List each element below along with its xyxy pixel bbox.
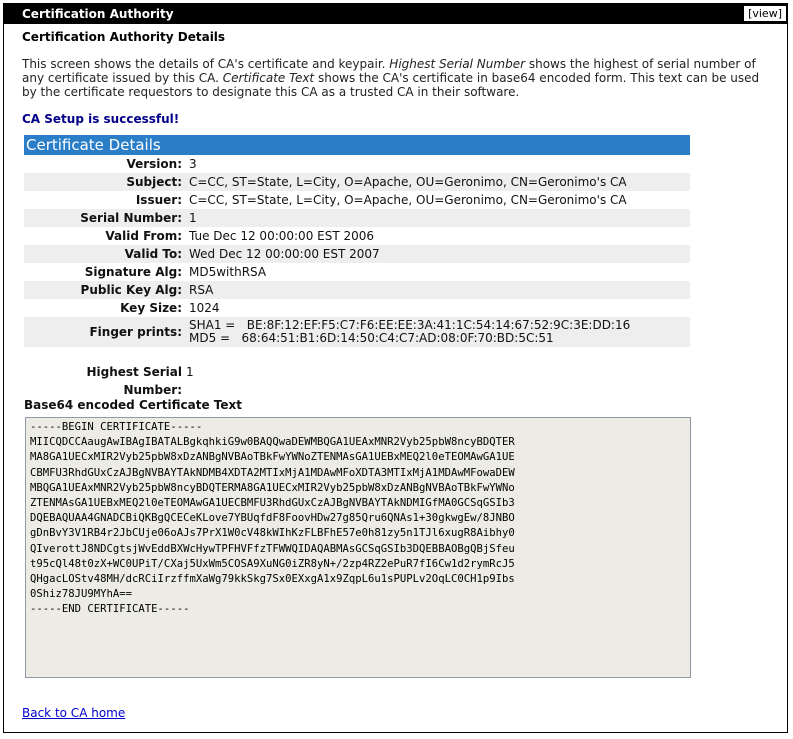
detail-value: RSA	[186, 281, 690, 299]
detail-label: Key Size:	[120, 301, 182, 315]
detail-row-public-key-alg: Public Key Alg: RSA	[24, 281, 690, 299]
back-to-ca-home-link[interactable]: Back to CA home	[22, 706, 125, 720]
portlet-titlebar: Certification Authority [view]	[4, 4, 787, 24]
detail-row-key-size: Key Size: 1024	[24, 299, 690, 317]
highest-serial-label: Highest Serial Number:	[86, 365, 182, 397]
detail-value: C=CC, ST=State, L=City, O=Apache, OU=Ger…	[186, 173, 690, 191]
detail-row-fingerprints: Finger prints: SHA1 = BE:8F:12:EF:F5:C7:…	[24, 317, 690, 347]
detail-value: C=CC, ST=State, L=City, O=Apache, OU=Ger…	[189, 193, 627, 207]
detail-row-signature-alg: Signature Alg: MD5withRSA	[24, 263, 690, 281]
intro-text-1: This screen shows the details of CA's ce…	[22, 57, 390, 71]
base64-title: Base64 encoded Certificate Text	[24, 398, 243, 412]
highest-serial-row: Highest Serial Number: 1	[24, 363, 690, 397]
status-message: CA Setup is successful!	[22, 112, 180, 126]
certificate-textarea[interactable]: -----BEGIN CERTIFICATE----- MIICQDCCAaug…	[25, 417, 691, 678]
detail-row-valid-from: Valid From: Tue Dec 12 00:00:00 EST 2006	[24, 227, 690, 245]
detail-value: Tue Dec 12 00:00:00 EST 2006	[189, 229, 375, 243]
detail-value: MD5withRSA	[189, 265, 267, 279]
detail-row-serial-number: Serial Number: 1	[24, 209, 690, 227]
detail-label: Issuer:	[135, 193, 182, 207]
detail-row-version: Version: 3	[24, 155, 690, 173]
fingerprint-md5: MD5 = 68:64:51:B1:6D:14:50:C4:C7:AD:08:0…	[189, 331, 554, 345]
ca-portlet: Certification Authority [view] Certifica…	[3, 3, 788, 733]
detail-label: Signature Alg:	[84, 265, 182, 279]
detail-row-subject: Subject: C=CC, ST=State, L=City, O=Apach…	[24, 173, 690, 191]
intro-paragraph: This screen shows the details of CA's ce…	[22, 57, 777, 99]
portlet-content: Certification Authority Details This scr…	[4, 30, 787, 720]
portlet-title: Certification Authority	[22, 7, 174, 21]
detail-label: Public Key Alg:	[24, 281, 186, 299]
detail-row-valid-to: Valid To: Wed Dec 12 00:00:00 EST 2007	[24, 245, 690, 263]
detail-label: Valid From:	[105, 229, 182, 243]
detail-label: Version:	[126, 157, 182, 171]
detail-row-issuer: Issuer: C=CC, ST=State, L=City, O=Apache…	[24, 191, 690, 209]
certificate-details-table: Version: 3 Subject: C=CC, ST=State, L=Ci…	[24, 155, 690, 347]
view-button[interactable]: [view]	[744, 6, 786, 21]
fingerprint-values: SHA1 = BE:8F:12:EF:F5:C7:F6:EE:EE:3A:41:…	[186, 317, 690, 347]
intro-term-highest-serial: Highest Serial Number	[389, 57, 526, 71]
detail-value: 1	[186, 209, 690, 227]
detail-label: Valid To:	[24, 245, 186, 263]
detail-value: 1024	[189, 301, 220, 315]
page-title: Certification Authority Details	[22, 30, 226, 44]
intro-term-cert-text: Certificate Text	[222, 71, 315, 85]
detail-value: Wed Dec 12 00:00:00 EST 2007	[186, 245, 690, 263]
detail-label: Subject:	[24, 173, 186, 191]
detail-label: Finger prints:	[24, 317, 186, 347]
certificate-details-header: Certificate Details	[24, 135, 690, 155]
highest-serial-value: 1	[186, 365, 194, 379]
detail-label: Serial Number:	[24, 209, 186, 227]
detail-value: 3	[189, 157, 197, 171]
